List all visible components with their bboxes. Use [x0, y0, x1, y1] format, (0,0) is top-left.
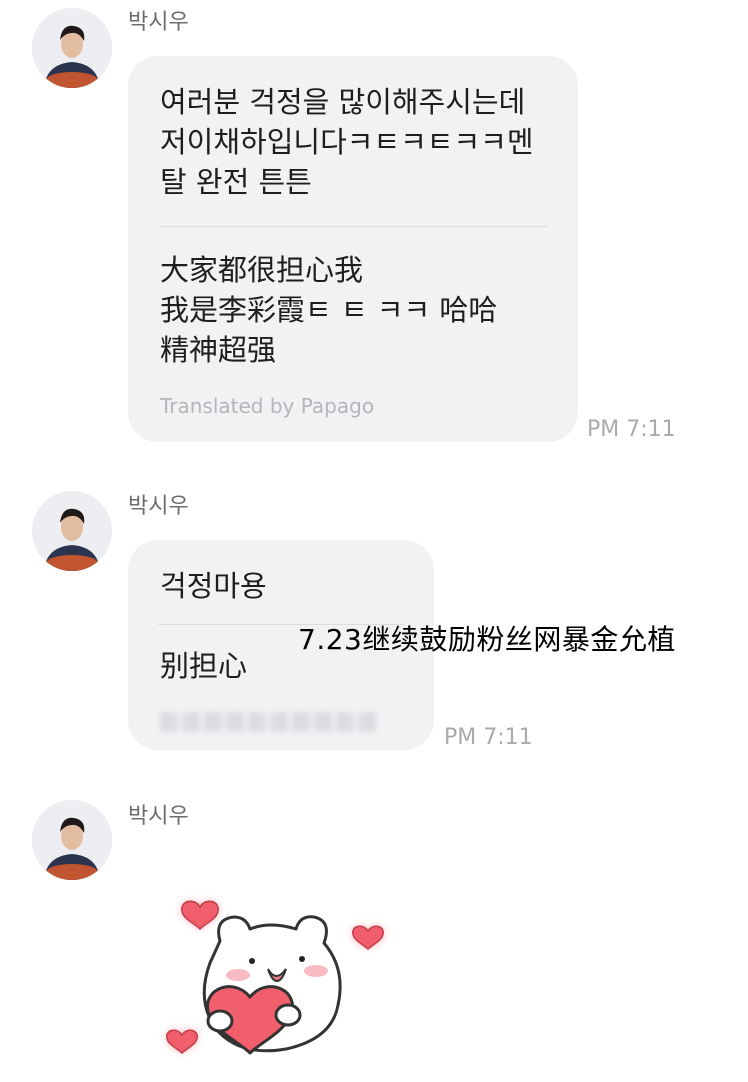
bear-holding-heart-sticker[interactable]: [140, 885, 420, 1075]
profile-photo: [32, 8, 112, 88]
profile-photo: [32, 491, 112, 571]
blurred-translation-credit: [160, 712, 400, 736]
profile-photo: [32, 800, 112, 880]
message-bubble[interactable]: 여러분 걱정을 많이해주시는데 저이채하입니다ㅋㅌㅋㅌㅋㅋ멘 탈 완전 튼튼 大…: [128, 56, 578, 442]
sender-avatar[interactable]: [32, 800, 112, 880]
sender-name: 박시우: [128, 494, 189, 519]
message-original-text: 여러분 걱정을 많이해주시는데 저이채하입니다ㅋㅌㅋㅌㅋㅋ멘 탈 완전 튼튼: [160, 85, 534, 199]
watermark-overlay-text: 7.23继续鼓励粉丝网暴金允植: [298, 623, 676, 656]
sender-name: 박시우: [128, 10, 189, 35]
message-original-text: 걱정마용: [160, 569, 267, 603]
message-timestamp: PM 7:11: [587, 417, 676, 442]
sender-avatar[interactable]: [32, 491, 112, 571]
sender-name: 박시우: [128, 804, 189, 829]
heart-icon: [181, 900, 219, 931]
message-timestamp: PM 7:11: [444, 725, 533, 750]
heart-icon: [166, 1029, 198, 1055]
message-translated-text: 大家都很担心我 我是李彩霞ㅌ ㅌ ㅋㅋ 哈哈 精神超强: [160, 253, 498, 367]
translation-divider: [158, 226, 548, 227]
message-translated-text: 别担心: [160, 649, 248, 683]
heart-icon: [352, 925, 384, 951]
sender-avatar[interactable]: [32, 8, 112, 88]
translation-credit: Translated by Papago: [160, 394, 375, 418]
